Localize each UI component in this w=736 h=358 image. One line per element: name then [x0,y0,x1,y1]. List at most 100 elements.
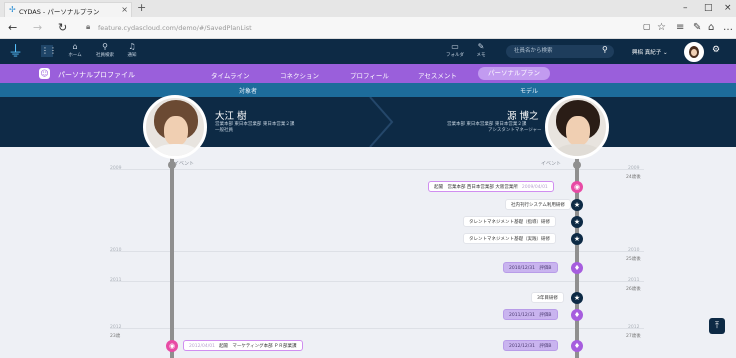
event-text: 社内刊行システム利用研修 [511,203,565,208]
more-icon[interactable]: … [723,22,733,33]
back-icon[interactable]: ← [8,21,17,34]
nav-search-label: 社員検索 [96,53,114,58]
event-evaluation[interactable]: 2010/12/31 評価B [503,262,558,273]
url-field[interactable]: feature.cydascloud.com/demo/#/SavedPlanL… [98,24,252,32]
reading-view-icon[interactable]: ▢ [643,22,651,31]
model-label: モデル [520,88,539,95]
browser-tab-title: CYDAS - パーソナルプラン [19,8,100,16]
new-tab-button[interactable]: + [137,1,146,14]
event-text: 2012/12/31 評価B [509,344,552,349]
model-age-label: 26歳後 [626,287,641,292]
tab-timeline[interactable]: タイムライン [211,70,250,80]
share-icon[interactable]: ⌂ [708,22,714,33]
subject-role: 一般社員 [215,128,233,133]
year-label: 2011 [110,278,122,283]
event-text: タレントマネジメント基礎（実践）研修 [469,237,550,242]
event-training[interactable]: タレントマネジメント基礎（指導）研修 [463,216,556,227]
event-date: 2012/04/01 [189,344,215,349]
subnav-title: パーソナルプロファイル [58,71,135,79]
forward-icon[interactable]: → [33,21,42,34]
notes-icon[interactable]: ✎ [693,22,701,33]
event-text: 2010/12/31 評価B [509,266,552,271]
search-icon: ⚲ [102,42,108,51]
year-label-right: 2012 [628,325,640,330]
year-guide-line [110,169,644,170]
hub-icon[interactable]: ≡ [676,22,684,33]
event-training[interactable]: タレントマネジメント基礎（実践）研修 [463,233,556,244]
event-training[interactable]: 社内刊行システム利用研修 [505,199,571,210]
event-hire-subject[interactable]: 2012/04/01 起聞 マーケティング本部 ＰＲ部業課 [183,340,303,351]
chevron-right-icon [369,97,394,147]
nav-employee-search[interactable]: ⚲ 社員検索 [96,42,114,59]
subject-timeline-axis [170,147,174,358]
event-text: 2011/12/31 評価B [509,313,552,318]
maximize-icon[interactable]: □ [704,3,713,13]
app-menu-grid-icon[interactable]: ⋮⋮ [41,45,57,57]
search-submit-icon[interactable]: ⚲ [602,45,608,54]
event-evaluation[interactable]: 2011/12/31 評価B [503,309,558,320]
star-node-icon[interactable]: ★ [571,233,583,245]
nav-folder[interactable]: ▭ フォルダ [446,42,464,59]
lock-icon: 🔒︎ [86,22,91,31]
subject-name: 大江 樹 [215,111,247,122]
subject-label: 対象者 [239,88,258,95]
star-node-icon[interactable]: ★ [571,199,583,211]
year-guide-line [110,281,644,282]
nav-notifications[interactable]: ♫ 通知 [123,42,141,59]
tab-connection[interactable]: コネクション [280,70,319,80]
app-header: ⏚ ⋮⋮ ⌂ ホーム ⚲ 社員検索 ♫ 通知 ▭ フォルダ ✎ メモ 社員名から… [0,39,736,64]
employee-search-input[interactable]: 社員名から検索 [506,45,614,58]
model-axis-start-dot [573,161,581,169]
nav-home[interactable]: ⌂ ホーム [66,42,84,59]
star-node-icon[interactable]: ★ [571,216,583,228]
browser-tab-bar: ✢ CYDAS - パーソナルプラン × + – □ × [0,0,736,17]
gear-icon[interactable]: ⚙ [712,45,720,55]
scroll-to-top-button[interactable]: ⤒ [709,318,725,334]
minimize-icon[interactable]: – [683,3,688,13]
comparison-label-row: 対象者 モデル [0,83,736,97]
nav-memo[interactable]: ✎ メモ [472,42,490,59]
subject-event-label: イベント [174,161,195,167]
event-text: 起聞 営業本部 西日本営業部 大阪営業所 [434,185,518,190]
event-text: タレントマネジメント基礎（指導）研修 [469,220,550,225]
evaluation-node-icon[interactable]: ♦ [571,262,583,274]
year-guide-line [110,328,644,329]
tab-assessment[interactable]: アセスメント [418,70,457,80]
model-age-label: 24歳後 [626,175,641,180]
personal-profile-icon: ☺ [39,68,50,79]
model-role: アシスタントマネージャー [488,128,542,133]
event-text: 3年目研修 [537,296,558,301]
timeline-area: イベント イベント 2009 2009 24歳後 2010 2010 25歳後 … [0,147,736,358]
event-hire-model[interactable]: 起聞 営業本部 西日本営業部 大阪営業所 2009/04/01 [428,181,554,192]
nav-notify-label: 通知 [127,53,137,58]
event-text: 起聞 マーケティング本部 ＰＲ部業課 [218,344,297,349]
evaluation-node-icon[interactable]: ♦ [571,340,583,352]
subject-photo [143,95,207,159]
model-age-label: 27歳後 [626,334,641,339]
model-timeline-axis [575,147,579,358]
favorite-star-icon[interactable]: ☆ [657,22,666,33]
model-event-label: イベント [541,161,562,167]
close-window-icon[interactable]: × [724,3,732,13]
star-node-icon[interactable]: ★ [571,292,583,304]
refresh-icon[interactable]: ↻ [58,21,67,34]
year-label: 2010 [110,248,122,253]
tab-profile[interactable]: プロフィール [350,70,389,80]
hire-node-icon[interactable]: ◉ [166,340,178,352]
tab-personal-plan[interactable]: パーソナルプラン [478,67,550,80]
close-tab-icon[interactable]: × [121,5,128,14]
subject-axis-start-dot [168,161,176,169]
event-evaluation[interactable]: 2012/12/31 評価B [503,340,558,351]
browser-tab[interactable]: ✢ CYDAS - パーソナルプラン × [4,2,132,17]
user-name-dropdown[interactable]: 興梠 真紀子 ⌄ [632,48,668,56]
user-avatar[interactable] [684,42,704,62]
event-training[interactable]: 3年目研修 [531,292,564,303]
hire-node-icon[interactable]: ◉ [571,181,583,193]
cydas-logo-icon[interactable]: ⏚ [8,43,26,61]
event-date: 2009/04/01 [521,185,548,190]
user-name: 興梠 真紀子 [632,50,662,56]
evaluation-node-icon[interactable]: ♦ [571,309,583,321]
nav-folder-label: フォルダ [446,53,464,58]
nav-memo-label: メモ [476,53,486,58]
folder-icon: ▭ [451,42,459,51]
